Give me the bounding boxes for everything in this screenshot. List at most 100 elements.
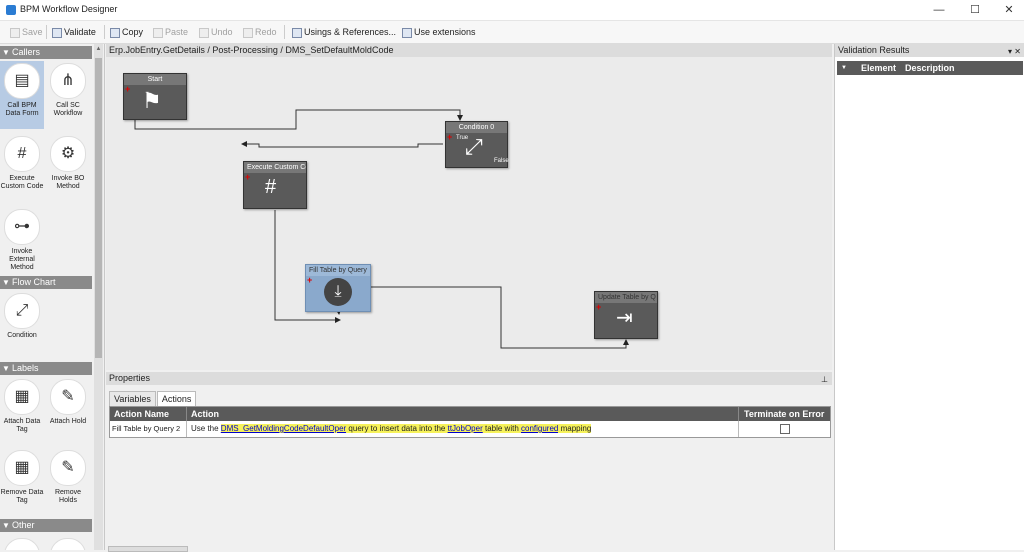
action-name-cell: Fill Table by Query 2 (110, 421, 187, 437)
pin-icon[interactable]: ▾ ✕ (1008, 45, 1021, 58)
tab-variables[interactable]: Variables (109, 391, 156, 407)
tool-label: Condition (7, 332, 37, 339)
tool-other-2[interactable] (46, 536, 90, 550)
chevron-down-icon: ▼ (2, 364, 10, 373)
column-element[interactable]: Element (861, 61, 896, 75)
tool-invoke-external-method[interactable]: ⊶ Invoke External Method (0, 207, 44, 275)
query-link[interactable]: DMS_GetMoldingCodeDefaultOper (220, 424, 347, 433)
window-title: BPM Workflow Designer (20, 4, 118, 14)
use-extensions-button[interactable]: Use extensions (402, 25, 476, 39)
section-callers[interactable]: ▼ Callers (0, 46, 92, 59)
extensions-icon (402, 27, 412, 38)
save-button[interactable]: Save (10, 25, 43, 39)
undo-icon (199, 27, 209, 38)
action-text: table with (482, 424, 521, 433)
section-other[interactable]: ▼ Other (0, 519, 92, 532)
section-labels[interactable]: ▼ Labels (0, 362, 92, 375)
paste-icon (153, 27, 163, 38)
node-start[interactable]: Start + ⚑ (123, 73, 187, 120)
fill-table-icon: ⤓ (324, 278, 352, 306)
checkbox-icon (52, 27, 62, 38)
tool-label: Invoke External Method (9, 248, 35, 271)
expand-icon[interactable]: ▼ (841, 61, 847, 75)
action-text: query to insert data into the (346, 424, 448, 433)
node-update-title: Update Table by Q (595, 292, 657, 303)
toolbox-scrollbar[interactable]: ▲ (94, 44, 103, 550)
usings-references-button[interactable]: Usings & References... (292, 25, 396, 39)
usings-label: Usings & References... (304, 27, 397, 37)
maximize-button[interactable]: ☐ (958, 0, 992, 20)
redo-button[interactable]: Redo (243, 25, 277, 39)
condition-false-label: False (494, 158, 509, 164)
node-fill-table-by-query[interactable]: Fill Table by Query + ⤓ (305, 264, 371, 312)
bottom-tab[interactable] (108, 546, 188, 552)
action-description-cell: Use the DMS_GetMoldingCodeDefaultOper qu… (187, 421, 739, 437)
terminate-cell (739, 421, 830, 437)
table-row[interactable]: Fill Table by Query 2 Use the DMS_GetMol… (110, 421, 830, 437)
column-action[interactable]: Action (187, 407, 739, 421)
code-icon: # (265, 176, 277, 198)
title-bar: BPM Workflow Designer — ☐ ✕ (0, 0, 1024, 21)
connector-fill-update (371, 286, 629, 349)
pin-icon[interactable]: ⊥ (821, 373, 828, 386)
tool-remove-holds[interactable]: ✎ Remove Holds (46, 448, 90, 514)
connector-lines (134, 109, 629, 349)
properties-panel: Properties ⊥ Variables Actions Action Nam… (106, 372, 832, 550)
node-condition-0[interactable]: Condition 0 + True ⤢ False (445, 121, 509, 168)
validation-panel-header: Validation Results ▾ ✕ (835, 44, 1024, 57)
chevron-down-icon: ▼ (2, 278, 10, 287)
column-action-name[interactable]: Action Name (110, 407, 187, 421)
scrollbar-thumb[interactable] (95, 58, 102, 358)
other-tool-icon (50, 538, 86, 550)
data-form-icon: ▤ (4, 63, 40, 99)
terminate-on-error-checkbox[interactable] (779, 423, 790, 434)
tool-label: Attach Data Tag (3, 418, 41, 433)
section-flow-chart[interactable]: ▼ Flow Chart (0, 276, 92, 289)
close-button[interactable]: ✕ (992, 0, 1024, 20)
tool-call-sc-workflow[interactable]: ⋔ Call SC Workflow (46, 61, 90, 129)
tool-attach-data-tag[interactable]: ▦ Attach Data Tag (0, 377, 44, 443)
flag-icon: ⚑ (142, 88, 162, 113)
section-other-title: Other (12, 520, 35, 530)
column-description[interactable]: Description (905, 61, 955, 75)
tool-execute-custom-code[interactable]: # Execute Custom Code (0, 134, 44, 202)
minimize-button[interactable]: — (922, 0, 956, 20)
paste-button[interactable]: Paste (153, 25, 188, 39)
node-update-table-by-query[interactable]: Update Table by Q + ⇥ (594, 291, 658, 339)
copy-button[interactable]: Copy (110, 25, 143, 39)
tab-actions[interactable]: Actions (156, 391, 197, 407)
tool-condition[interactable]: ⤢ Condition (0, 291, 44, 341)
validation-columns: ▼ Element Description (837, 61, 1023, 75)
validate-button[interactable]: Validate (52, 25, 96, 39)
add-icon: + (447, 132, 453, 142)
properties-title: Properties (109, 373, 151, 383)
scroll-up-icon[interactable]: ▲ (94, 44, 103, 54)
table-link[interactable]: ttJobOper (447, 424, 483, 433)
node-execute-custom-code[interactable]: Execute Custom Co + # (243, 161, 307, 209)
tool-attach-hold[interactable]: ✎ Attach Hold (46, 377, 90, 443)
actions-table: Action Name Action Terminate on Error Fi… (109, 406, 831, 438)
actions-table-header: Action Name Action Terminate on Error (110, 407, 830, 421)
toolbar-separator (104, 25, 105, 39)
section-callers-title: Callers (12, 47, 41, 57)
references-icon (292, 27, 302, 38)
redo-label: Redo (255, 27, 277, 37)
save-icon (10, 27, 20, 38)
code-icon: # (4, 136, 40, 172)
undo-button[interactable]: Undo (199, 25, 233, 39)
column-terminate-on-error[interactable]: Terminate on Error (739, 407, 830, 421)
properties-tabs: Variables Actions (109, 391, 197, 407)
connector-condition-execute (241, 141, 443, 148)
mapping-link[interactable]: configured (521, 424, 559, 433)
tool-label: Execute Custom Code (0, 175, 44, 190)
toolbox-panel: ▼ Callers ▤ Call BPM Data Form ⋔ Call SC … (0, 44, 105, 550)
condition-icon: ⤢ (4, 293, 40, 329)
save-label: Save (22, 27, 43, 37)
tool-invoke-bo-method[interactable]: ⚙ Invoke BO Method (46, 134, 90, 202)
tool-remove-data-tag[interactable]: ▦ Remove Data Tag (0, 448, 44, 514)
tool-call-bpm-data-form[interactable]: ▤ Call BPM Data Form (0, 61, 44, 129)
toolbar-separator (284, 25, 285, 39)
tool-other-1[interactable] (0, 536, 44, 550)
workflow-canvas[interactable]: Erp.JobEntry.GetDetails / Post-Processin… (106, 44, 832, 370)
condition-icon: ⤢ (465, 134, 483, 159)
